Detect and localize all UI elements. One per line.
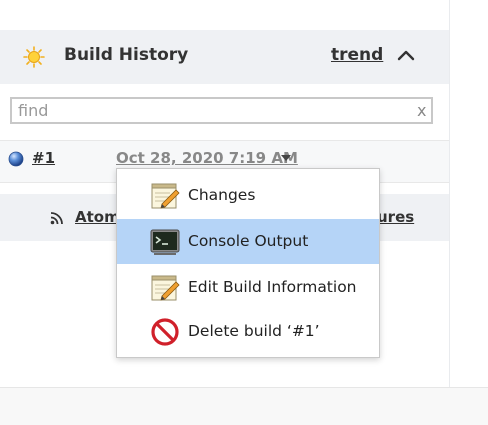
trend-link[interactable]: trend (331, 43, 383, 67)
menu-item-changes[interactable]: Changes (117, 173, 379, 218)
blue-ball-icon (8, 151, 24, 167)
build-number-link[interactable]: #1 (32, 148, 55, 168)
dropdown-caret-icon[interactable] (281, 155, 291, 162)
build-search-box: x (10, 97, 433, 124)
jenkins-page: Build History trend x #1 Oct 28, 2020 7:… (0, 0, 488, 425)
failures-feed-link[interactable]: ures (377, 207, 414, 227)
panel-divider (449, 0, 450, 387)
menu-item-delete-build[interactable]: Delete build ‘#1’ (117, 309, 379, 354)
build-search-input[interactable] (18, 100, 408, 121)
atom-feed-link[interactable]: Atom (75, 207, 120, 227)
build-date-link[interactable]: Oct 28, 2020 7:19 AM (116, 148, 298, 168)
notepad-icon (151, 275, 180, 301)
build-context-menu: Changes Console Output Edit Build Inform… (116, 168, 380, 358)
menu-item-console-output[interactable]: Console Output (117, 219, 379, 264)
terminal-icon (150, 229, 180, 255)
rss-feed-icon (50, 212, 63, 225)
build-history-title: Build History (64, 45, 189, 65)
menu-item-edit-build-information[interactable]: Edit Build Information (117, 265, 379, 310)
menu-item-label: Delete build ‘#1’ (188, 322, 320, 340)
sun-icon (23, 46, 45, 68)
menu-item-label: Console Output (188, 232, 309, 250)
menu-item-label: Edit Build Information (188, 278, 357, 296)
chevron-up-icon[interactable] (396, 47, 416, 63)
no-entry-icon (151, 318, 179, 346)
clear-search-icon[interactable]: x (417, 100, 426, 121)
page-footer (0, 387, 488, 425)
menu-item-label: Changes (188, 186, 256, 204)
notepad-icon (151, 183, 180, 209)
